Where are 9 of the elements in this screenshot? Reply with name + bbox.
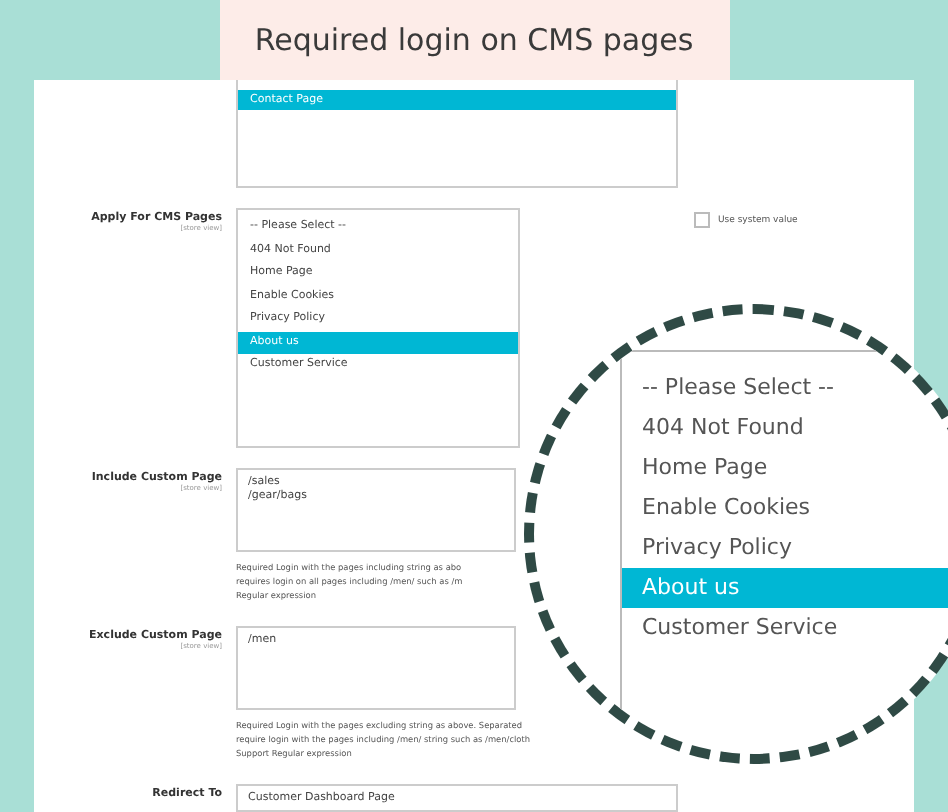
banner-title: Required login on CMS pages — [254, 22, 694, 58]
list-option: Customer Service — [622, 608, 948, 648]
checkbox[interactable] — [694, 212, 710, 228]
list-option: Enable Cookies — [622, 488, 948, 528]
list-option: About us — [622, 568, 948, 608]
list-option: Privacy Policy — [622, 528, 948, 568]
list-option: -- Please Select -- — [622, 368, 948, 408]
list-option: 404 Not Found — [622, 408, 948, 448]
list-option: Home Page — [622, 448, 948, 488]
